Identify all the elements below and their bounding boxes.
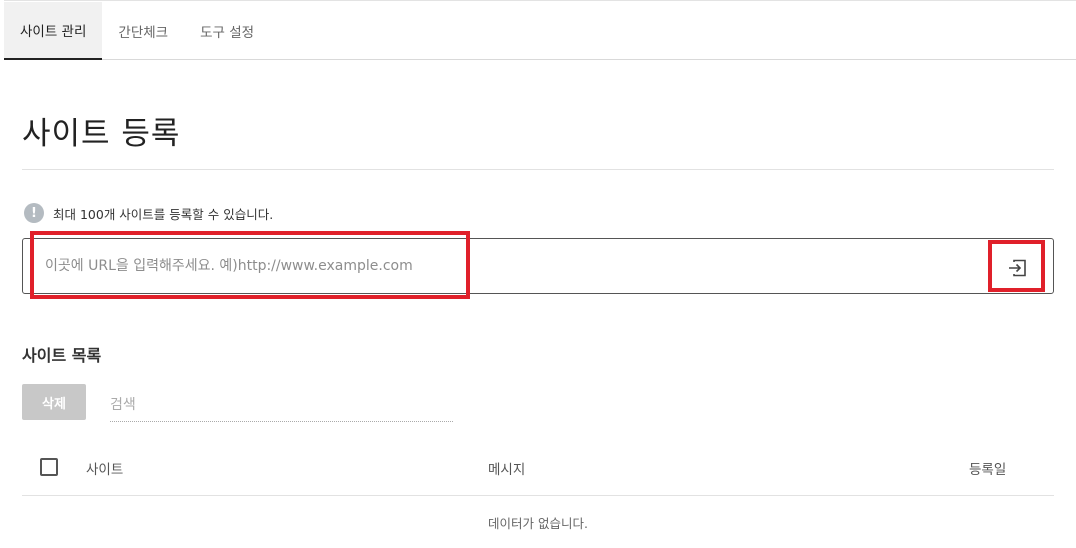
tab-quick-check[interactable]: 간단체크: [102, 2, 184, 59]
tab-tool-settings[interactable]: 도구 설정: [184, 2, 270, 59]
select-all-checkbox[interactable]: [40, 458, 58, 476]
top-border: [4, 0, 1076, 1]
notice-text: 최대 100개 사이트를 등록할 수 있습니다.: [53, 206, 274, 222]
url-input[interactable]: [45, 253, 525, 279]
tab-bar: 사이트 관리 간단체크 도구 설정: [4, 2, 1076, 60]
table-header: 사이트 메시지 등록일: [22, 440, 1054, 496]
column-header-message: 메시지: [488, 462, 526, 478]
delete-button[interactable]: 삭제: [22, 384, 86, 420]
column-header-site: 사이트: [86, 462, 124, 478]
notice: ! 최대 100개 사이트를 등록할 수 있습니다.: [24, 203, 273, 223]
tab-site-management[interactable]: 사이트 관리: [4, 2, 103, 60]
exclamation-icon: !: [24, 203, 44, 223]
column-header-date: 등록일: [969, 462, 1007, 478]
enter-arrow-icon: [1009, 259, 1026, 277]
search-input[interactable]: [110, 388, 453, 422]
title-divider: [22, 169, 1054, 170]
site-list-title: 사이트 목록: [22, 346, 102, 365]
url-input-box: [22, 238, 1054, 294]
page-title: 사이트 등록: [22, 116, 181, 152]
empty-state-text: 데이터가 없습니다.: [488, 516, 588, 531]
register-submit-button[interactable]: [1004, 256, 1030, 280]
